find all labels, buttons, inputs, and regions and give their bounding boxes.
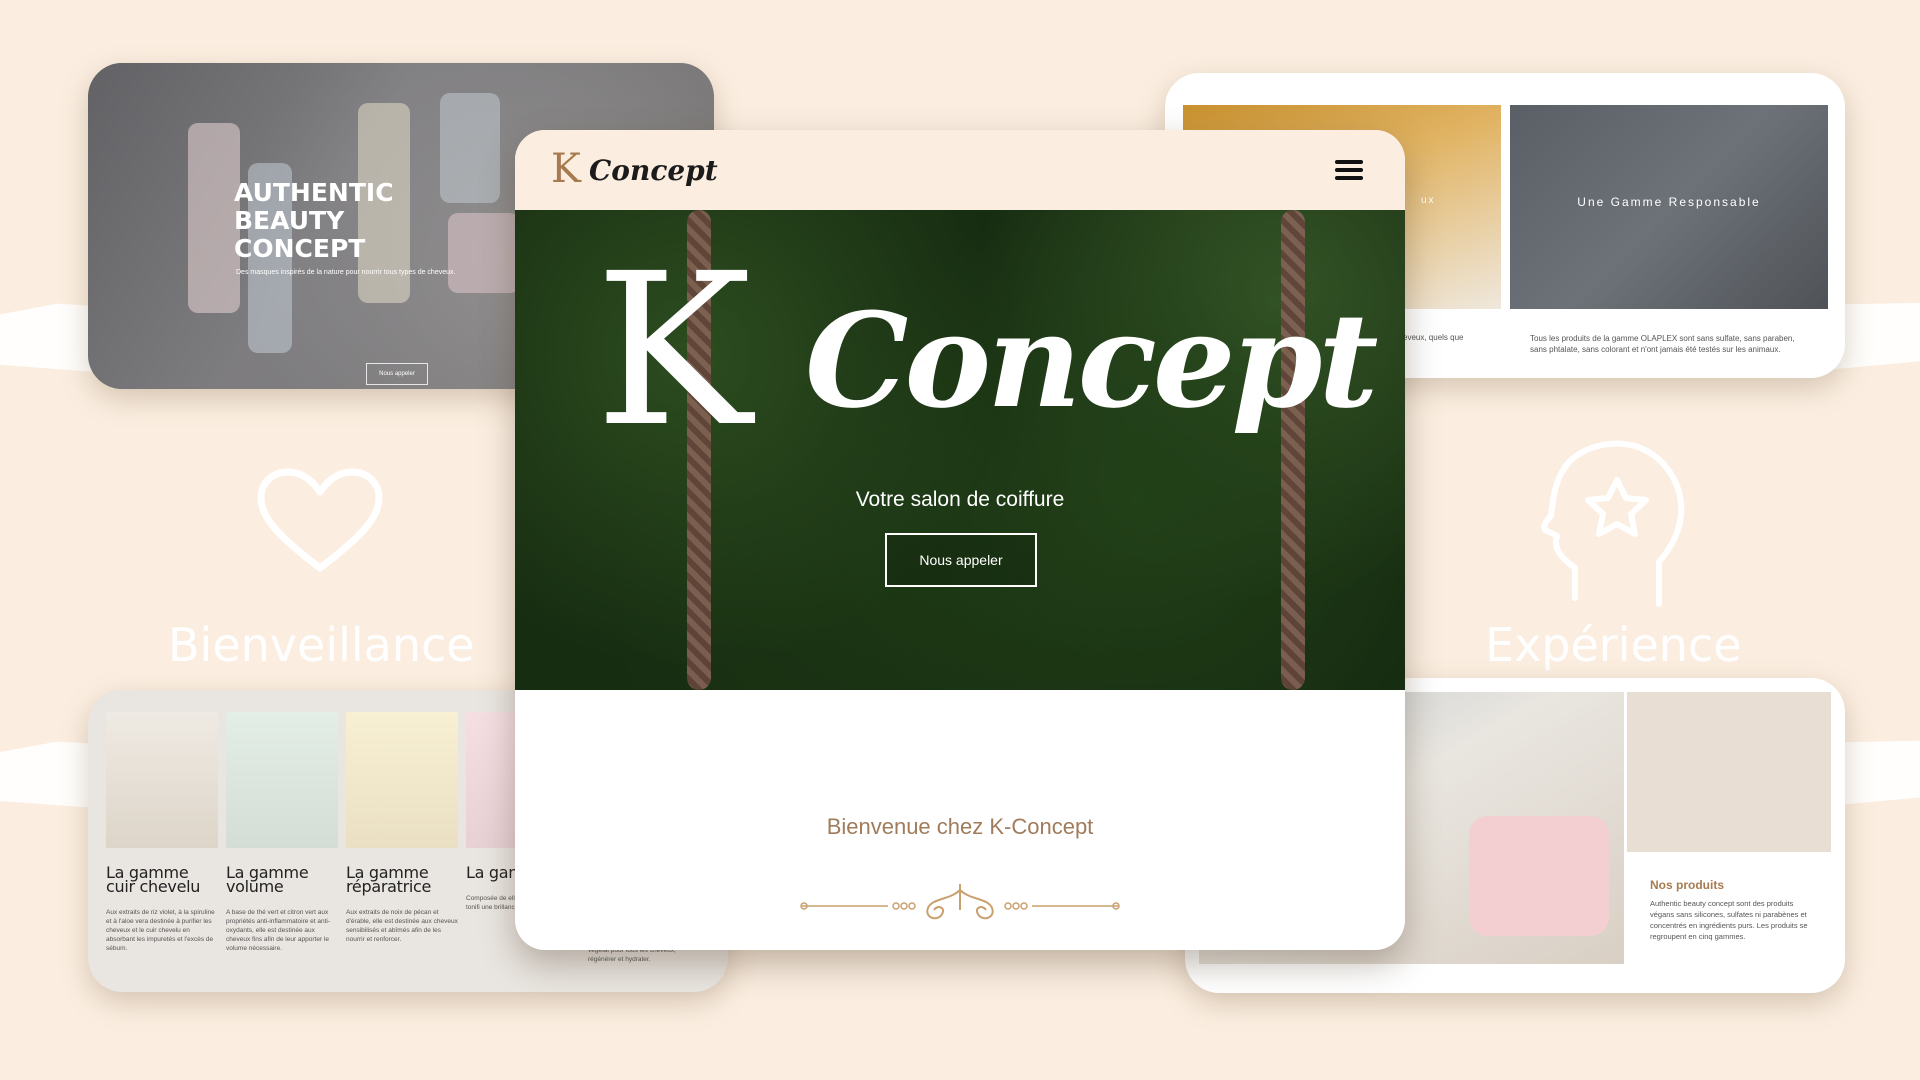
- card-subtitle: Des masques inspirés de la nature pour n…: [236, 269, 456, 276]
- hero-subtitle: Votre salon de coiffure: [855, 488, 1065, 511]
- word-experience: Expérience: [1485, 618, 1742, 672]
- body-text: Tous les produits de la gamme OLAPLEX so…: [1530, 334, 1795, 354]
- product-image: [106, 712, 218, 848]
- call-button[interactable]: Nous appeler: [885, 533, 1037, 587]
- item-desc: Aux extraits de riz violet, à la spiruli…: [106, 909, 215, 952]
- site-header: K Concept: [515, 130, 1405, 210]
- product-image: [226, 712, 338, 848]
- list-item[interactable]: La gamme volume A base de thé vert et ci…: [226, 712, 338, 953]
- list-item[interactable]: La gamme cuir chevelu Aux extraits de ri…: [106, 712, 218, 953]
- section-desc: Authentic beauty concept sont des produi…: [1650, 899, 1808, 941]
- ornament-divider-icon: [800, 884, 1120, 920]
- item-title: La gamme cuir chevelu: [106, 863, 201, 896]
- call-button[interactable]: Nous appeler: [366, 363, 428, 385]
- product-image: [346, 712, 458, 848]
- hero-logo-k: K: [595, 228, 752, 473]
- section-heading: Nos produits: [1650, 878, 1724, 892]
- item-desc: A base de thé vert et citron vert aux pr…: [226, 909, 331, 952]
- image-label: Une Gamme Responsable: [1577, 195, 1761, 209]
- card-title: AUTHENTIC BEAUTY CONCEPT: [234, 178, 394, 263]
- head-star-icon: [1541, 440, 1685, 607]
- gamme-responsable-image: Une Gamme Responsable: [1510, 105, 1828, 309]
- hamburger-menu-icon[interactable]: [1335, 160, 1363, 180]
- logo-k[interactable]: K: [551, 146, 581, 192]
- hero-section: K Concept Votre salon de coiffure Nous a…: [515, 210, 1405, 690]
- logo-concept[interactable]: Concept: [589, 154, 718, 187]
- item-title: La gamme réparatrice: [346, 863, 432, 896]
- item-desc: Aux extraits de noix de pécan et d'érabl…: [346, 909, 458, 943]
- hero-logo-concept: Concept: [805, 284, 1379, 437]
- word-bienveillance: Bienveillance: [168, 618, 475, 672]
- image-label: ux: [1421, 195, 1436, 206]
- product-gallery: [1627, 692, 1831, 852]
- item-title: La gamme volume: [226, 863, 309, 896]
- product-jar: [1469, 816, 1609, 936]
- list-item[interactable]: La gamme réparatrice Aux extraits de noi…: [346, 712, 458, 944]
- welcome-heading: Bienvenue chez K-Concept: [826, 814, 1094, 839]
- product-jar: [448, 213, 520, 293]
- body-text: eveux, quels que: [1403, 333, 1464, 342]
- heart-icon: [257, 468, 383, 572]
- product-bottle: [188, 123, 240, 313]
- product-bottle: [440, 93, 500, 203]
- main-site-preview[interactable]: K Concept K Concept Votre salon de coiff…: [515, 130, 1405, 950]
